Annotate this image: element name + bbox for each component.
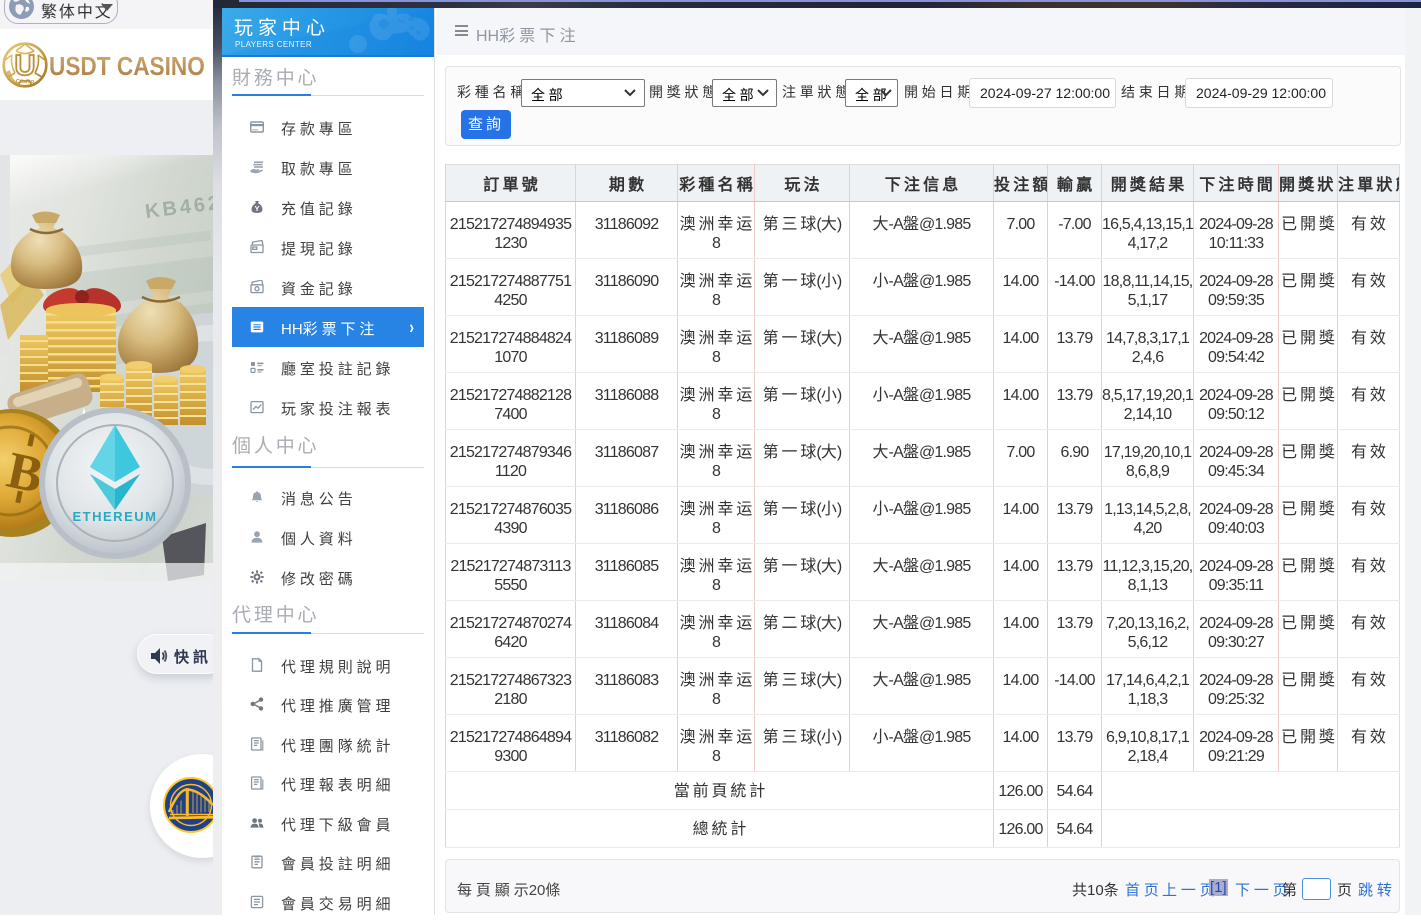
svg-text:U: U xyxy=(15,50,36,82)
svg-text:ETHEREUM: ETHEREUM xyxy=(73,509,158,524)
svg-text:Y: Y xyxy=(254,204,259,213)
svg-text:Casino: Casino xyxy=(16,79,35,85)
